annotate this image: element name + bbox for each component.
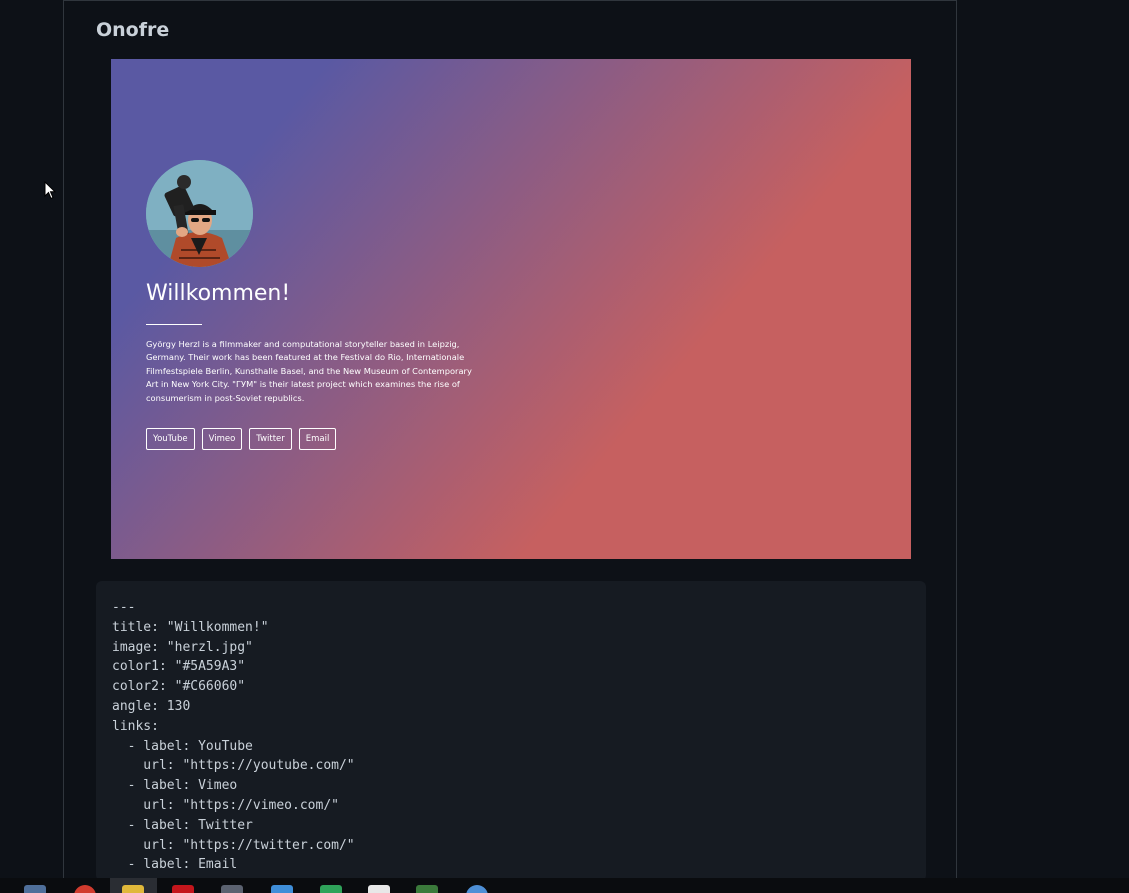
person-with-camera-avatar-icon bbox=[146, 160, 253, 267]
frontmatter-code: --- title: "Willkommen!" image: "herzl.j… bbox=[112, 600, 355, 873]
pdf-icon[interactable] bbox=[172, 885, 194, 893]
notepad-icon[interactable] bbox=[368, 885, 390, 893]
youtube-link-button[interactable]: YouTube bbox=[146, 428, 195, 450]
email-link-button[interactable]: Email bbox=[298, 428, 337, 450]
network-icon[interactable] bbox=[466, 885, 488, 893]
social-links: YouTube Vimeo Twitter Email bbox=[146, 428, 337, 450]
monitor-icon[interactable] bbox=[271, 885, 293, 893]
vimeo-link-button[interactable]: Vimeo bbox=[201, 428, 243, 450]
spreadsheet-icon[interactable] bbox=[320, 885, 342, 893]
hero-title: Willkommen! bbox=[146, 281, 291, 306]
folder-icon[interactable] bbox=[122, 885, 144, 893]
mouse-pointer-icon bbox=[44, 180, 57, 204]
page-container: Onofre Willkommen! György Herzl is a fil… bbox=[63, 0, 957, 881]
file-manager-icon[interactable] bbox=[24, 885, 46, 893]
avatar bbox=[146, 160, 253, 267]
taskbar bbox=[0, 878, 1129, 893]
settings-icon[interactable] bbox=[221, 885, 243, 893]
browser-icon[interactable] bbox=[74, 885, 96, 893]
twitter-link-button[interactable]: Twitter bbox=[249, 428, 292, 450]
terminal-icon[interactable] bbox=[416, 885, 438, 893]
hero-banner: Willkommen! György Herzl is a filmmaker … bbox=[111, 59, 911, 559]
hero-description: György Herzl is a filmmaker and computat… bbox=[146, 339, 472, 403]
site-title: Onofre bbox=[96, 19, 170, 41]
title-divider bbox=[146, 324, 202, 325]
frontmatter-code-block: --- title: "Willkommen!" image: "herzl.j… bbox=[96, 581, 926, 881]
